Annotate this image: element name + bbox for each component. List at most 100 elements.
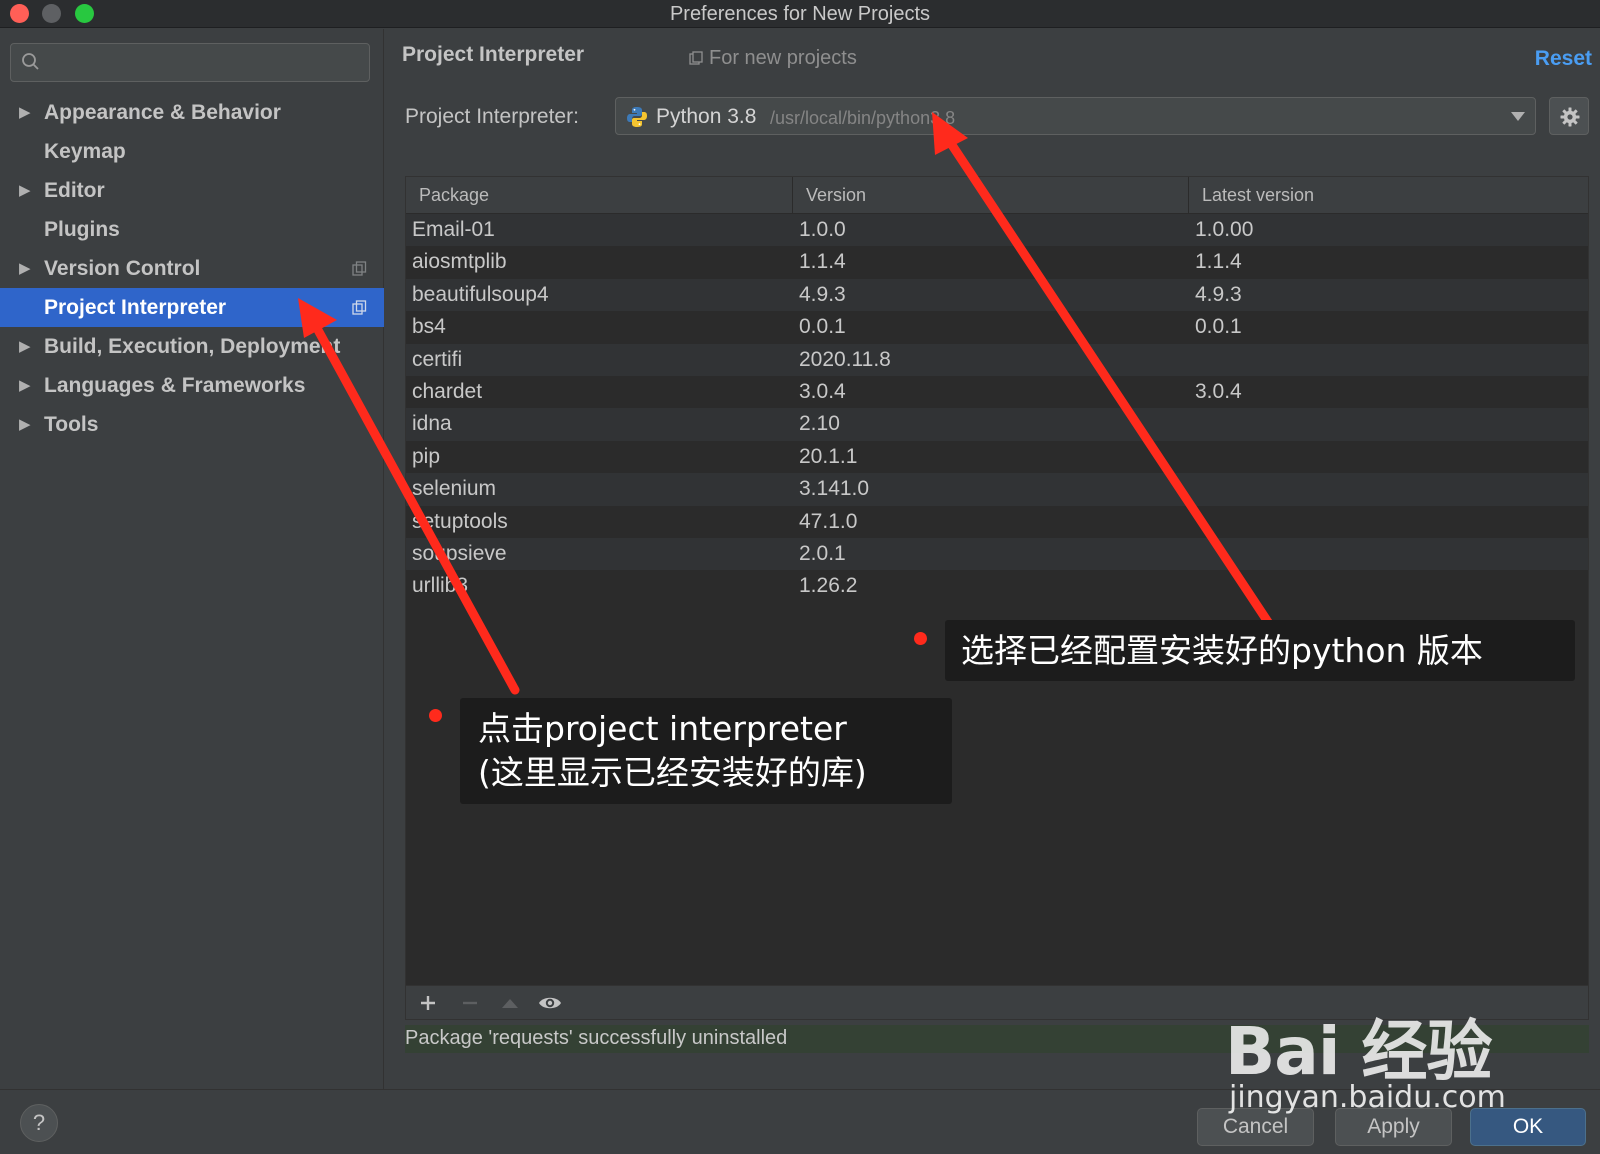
sidebar-item[interactable]: ▶ Build, Execution, Deployment xyxy=(0,327,384,366)
table-row[interactable]: idna 2.10 xyxy=(406,408,1588,441)
cell-version: 1.1.4 xyxy=(799,250,846,274)
ok-button[interactable]: OK xyxy=(1470,1108,1586,1146)
cell-latest-version: 1.0.00 xyxy=(1195,218,1254,241)
table-row[interactable]: soupsieve 2.0.1 xyxy=(406,537,1588,571)
packages-toolbar xyxy=(406,985,1588,1019)
cell-package: chardet xyxy=(412,379,483,403)
annotation-callout-interpreter: 选择已经配置安装好的python 版本 xyxy=(945,620,1575,681)
cell-version: 1.26.2 xyxy=(799,574,858,598)
cell-version: 1.0.0 xyxy=(799,218,846,241)
cell-package: setuptools xyxy=(412,509,508,533)
annotation-bullet xyxy=(914,632,927,645)
sidebar-item[interactable]: ▶ Editor xyxy=(0,171,384,210)
table-row[interactable]: bs4 0.0.1 0.0.1 xyxy=(406,311,1588,344)
scope-label: For new projects xyxy=(689,47,857,70)
sidebar-item[interactable]: ▶ Version Control xyxy=(0,249,384,288)
expand-arrow-icon[interactable]: ▶ xyxy=(19,366,31,405)
apply-button[interactable]: Apply xyxy=(1335,1108,1452,1146)
expand-arrow-icon[interactable]: ▶ xyxy=(19,327,31,366)
sidebar-item-label: Languages & Frameworks xyxy=(44,374,306,397)
cell-package: idna xyxy=(412,412,452,436)
table-row[interactable]: urllib3 1.26.2 xyxy=(406,570,1588,603)
status-message: Package 'requests' successfully uninstal… xyxy=(405,1027,788,1049)
sidebar-item-label: Version Control xyxy=(44,257,201,280)
expand-arrow-icon[interactable]: ▶ xyxy=(19,249,31,288)
interpreter-dropdown[interactable]: Python 3.8 /usr/local/bin/python3.8 xyxy=(615,97,1536,135)
sidebar-item-label: Appearance & Behavior xyxy=(44,101,281,124)
python-icon xyxy=(627,107,647,127)
callout-line-1: 点击project interpreter xyxy=(478,709,847,748)
expand-arrow-icon[interactable]: ▶ xyxy=(19,171,31,210)
cell-version: 0.0.1 xyxy=(799,315,846,339)
reset-link[interactable]: Reset xyxy=(1535,47,1592,71)
cell-version: 20.1.1 xyxy=(799,444,858,468)
copy-settings-icon xyxy=(352,300,367,315)
sidebar-item[interactable]: ▶ Appearance & Behavior xyxy=(0,93,384,132)
table-row[interactable]: Email-01 1.0.0 1.0.00 xyxy=(406,214,1588,247)
page-title: Project Interpreter xyxy=(402,43,585,66)
cell-version: 3.0.4 xyxy=(799,379,846,403)
settings-tree: ▶ Appearance & Behavior Keymap ▶ Editor Plugi… xyxy=(0,93,384,444)
sidebar-item-label: Editor xyxy=(44,179,105,202)
annotation-callout-sidebar: 点击project interpreter (这里显示已经安装好的库) xyxy=(460,698,952,804)
table-row[interactable]: chardet 3.0.4 3.0.4 xyxy=(406,375,1588,409)
sidebar-item[interactable]: Plugins xyxy=(0,210,384,249)
table-row[interactable]: certifi 2020.11.8 xyxy=(406,343,1588,376)
settings-sidebar: ▶ Appearance & Behavior Keymap ▶ Editor Plugi… xyxy=(0,29,384,1089)
column-header-package[interactable]: Package xyxy=(406,177,793,214)
cell-version: 2020.11.8 xyxy=(799,347,891,371)
cell-package: beautifulsoup4 xyxy=(412,282,549,306)
cell-latest-version: 4.9.3 xyxy=(1195,282,1242,306)
cancel-button[interactable]: Cancel xyxy=(1197,1108,1314,1146)
add-icon[interactable] xyxy=(416,991,440,1015)
table-row[interactable]: pip 20.1.1 xyxy=(406,440,1588,474)
sidebar-item[interactable]: Project Interpreter xyxy=(0,288,384,327)
cell-package: Email-01 xyxy=(412,218,495,241)
table-row[interactable]: aiosmtplib 1.1.4 1.1.4 xyxy=(406,246,1588,279)
sidebar-item[interactable]: ▶ Tools xyxy=(0,405,384,444)
help-button[interactable]: ? xyxy=(20,1104,58,1142)
settings-search-input[interactable] xyxy=(10,43,370,82)
cell-latest-version: 0.0.1 xyxy=(1195,315,1242,339)
sidebar-item-label: Keymap xyxy=(44,140,126,163)
dialog-footer: ? Cancel Apply OK xyxy=(0,1089,1600,1154)
expand-arrow-icon[interactable]: ▶ xyxy=(19,93,31,132)
packages-table: Package Version Latest version Email-01 1… xyxy=(405,176,1589,1020)
cell-version: 2.10 xyxy=(799,412,840,436)
sidebar-item[interactable]: ▶ Languages & Frameworks xyxy=(0,366,384,405)
cell-latest-version: 3.0.4 xyxy=(1195,379,1242,403)
cell-version: 3.141.0 xyxy=(799,477,870,501)
cell-latest-version: 1.1.4 xyxy=(1195,250,1242,274)
column-header-version[interactable]: Version xyxy=(793,177,1189,214)
chevron-down-icon xyxy=(1511,112,1525,121)
sidebar-item-label: Project Interpreter xyxy=(44,296,227,319)
cell-package: pip xyxy=(412,444,441,468)
expand-arrow-icon[interactable]: ▶ xyxy=(19,405,31,444)
table-body: Email-01 1.0.0 1.0.00 aiosmtplib 1.1.4 1.1.4 b… xyxy=(406,214,1588,603)
cell-package: selenium xyxy=(412,477,497,501)
annotation-bullet xyxy=(429,709,442,722)
interpreter-settings-button[interactable] xyxy=(1549,97,1589,135)
sidebar-item[interactable]: Keymap xyxy=(0,132,384,171)
table-row[interactable]: beautifulsoup4 4.9.3 4.9.3 xyxy=(406,278,1588,312)
eye-icon[interactable] xyxy=(538,991,562,1015)
cell-version: 2.0.1 xyxy=(799,541,846,565)
scope-label-text: For new projects xyxy=(709,47,857,69)
interpreter-name: Python 3.8 xyxy=(656,105,757,128)
remove-icon[interactable] xyxy=(458,991,482,1015)
table-header: Package Version Latest version xyxy=(406,177,1588,214)
main-panel: Project Interpreter For new projects Res… xyxy=(385,29,1600,1089)
cell-package: soupsieve xyxy=(412,541,507,565)
window-title: Preferences for New Projects xyxy=(669,3,931,25)
sidebar-item-label: Build, Execution, Deployment xyxy=(44,335,341,358)
cell-package: certifi xyxy=(412,347,463,371)
table-row[interactable]: selenium 3.141.0 xyxy=(406,473,1588,506)
cell-version: 4.9.3 xyxy=(799,282,846,306)
upgrade-icon[interactable] xyxy=(498,991,522,1015)
sidebar-item-label: Plugins xyxy=(44,218,120,241)
cell-package: aiosmtplib xyxy=(412,250,507,274)
cell-package: urllib3 xyxy=(412,574,469,598)
table-row[interactable]: setuptools 47.1.0 xyxy=(406,505,1588,538)
column-header-latest-version[interactable]: Latest version xyxy=(1189,177,1588,214)
search-icon xyxy=(22,53,39,70)
